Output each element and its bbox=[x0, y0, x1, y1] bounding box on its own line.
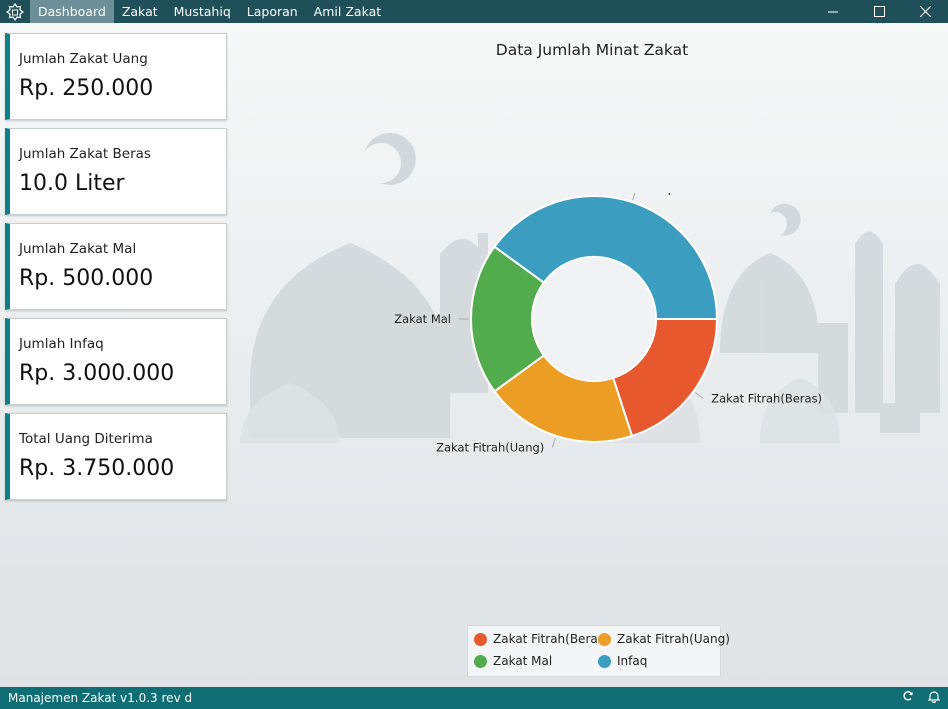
menu-mustahiq[interactable]: Mustahiq bbox=[166, 0, 239, 23]
legend-label: Zakat Mal bbox=[493, 654, 553, 668]
chart-legend: Zakat Fitrah(Beras) Zakat Fitrah(Uang) Z… bbox=[467, 625, 730, 677]
legend-label: Infaq bbox=[617, 654, 648, 668]
card-zakat-beras: Jumlah Zakat Beras 10.0 Liter bbox=[5, 128, 227, 215]
legend-item: Zakat Mal bbox=[474, 654, 552, 668]
slice-label: Zakat Mal bbox=[394, 312, 451, 326]
dashboard-content: Jumlah Zakat Uang Rp. 250.000 Jumlah Zak… bbox=[0, 23, 948, 687]
card-value: Rp. 250.000 bbox=[19, 76, 154, 101]
legend-swatch bbox=[598, 654, 611, 668]
slice-leader-line bbox=[632, 193, 636, 201]
slice-leader-line bbox=[694, 392, 704, 399]
card-label: Jumlah Infaq bbox=[19, 336, 104, 352]
card-label: Jumlah Zakat Uang bbox=[19, 51, 148, 67]
chart-title: Data Jumlah Minat Zakat bbox=[495, 41, 689, 59]
menu-dashboard[interactable]: Dashboard bbox=[30, 0, 114, 23]
legend-swatch bbox=[598, 632, 611, 646]
close-icon[interactable] bbox=[902, 0, 948, 23]
card-label: Jumlah Zakat Mal bbox=[19, 241, 137, 257]
card-value: Rp. 3.000.000 bbox=[19, 361, 175, 386]
legend-label: Zakat Fitrah(Uang) bbox=[617, 632, 730, 646]
card-zakat-mal: Jumlah Zakat Mal Rp. 500.000 bbox=[5, 223, 227, 310]
slice-leader-line bbox=[551, 437, 556, 448]
card-label: Total Uang Diterima bbox=[19, 431, 153, 447]
card-value: 10.0 Liter bbox=[19, 171, 125, 196]
card-zakat-uang: Jumlah Zakat Uang Rp. 250.000 bbox=[5, 33, 227, 120]
app-logo-icon bbox=[0, 0, 30, 23]
slice-label: Zakat Fitrah(Uang) bbox=[436, 440, 544, 454]
legend-label: Zakat Fitrah(Beras) bbox=[493, 632, 609, 646]
legend-item: Zakat Fitrah(Uang) bbox=[598, 632, 730, 646]
refresh-icon[interactable] bbox=[902, 690, 914, 706]
legend-swatch bbox=[474, 654, 487, 668]
main-menu: Dashboard Zakat Mustahiq Laporan Amil Za… bbox=[30, 0, 389, 23]
legend-swatch bbox=[474, 632, 487, 646]
status-bar: Manajemen Zakat v1.0.3 rev d bbox=[0, 687, 948, 709]
minimize-icon[interactable] bbox=[810, 0, 856, 23]
bell-icon[interactable] bbox=[927, 690, 941, 707]
donut-chart: Zakat Fitrah(Beras) Zakat Fitrah(Uang) Zak… bbox=[394, 193, 822, 454]
maximize-icon[interactable] bbox=[856, 0, 902, 23]
donut-hole bbox=[533, 258, 655, 380]
status-text: Manajemen Zakat v1.0.3 rev d bbox=[8, 691, 193, 705]
card-infaq: Jumlah Infaq Rp. 3.000.000 bbox=[5, 318, 227, 405]
menu-laporan[interactable]: Laporan bbox=[239, 0, 306, 23]
menu-zakat[interactable]: Zakat bbox=[114, 0, 166, 23]
card-label: Jumlah Zakat Beras bbox=[19, 146, 151, 162]
status-icons bbox=[902, 687, 941, 709]
title-menu-bar: Dashboard Zakat Mustahiq Laporan Amil Za… bbox=[0, 0, 948, 23]
menu-amil-zakat[interactable]: Amil Zakat bbox=[306, 0, 389, 23]
card-value: Rp. 3.750.000 bbox=[19, 456, 175, 481]
window-controls bbox=[810, 0, 948, 23]
legend-item: Infaq bbox=[598, 654, 647, 668]
slice-label: Infaq bbox=[642, 193, 671, 196]
legend-item: Zakat Fitrah(Beras) bbox=[474, 632, 609, 646]
card-value: Rp. 500.000 bbox=[19, 266, 154, 291]
slice-label: Zakat Fitrah(Beras) bbox=[711, 391, 822, 405]
card-total-uang: Total Uang Diterima Rp. 3.750.000 bbox=[5, 413, 227, 500]
